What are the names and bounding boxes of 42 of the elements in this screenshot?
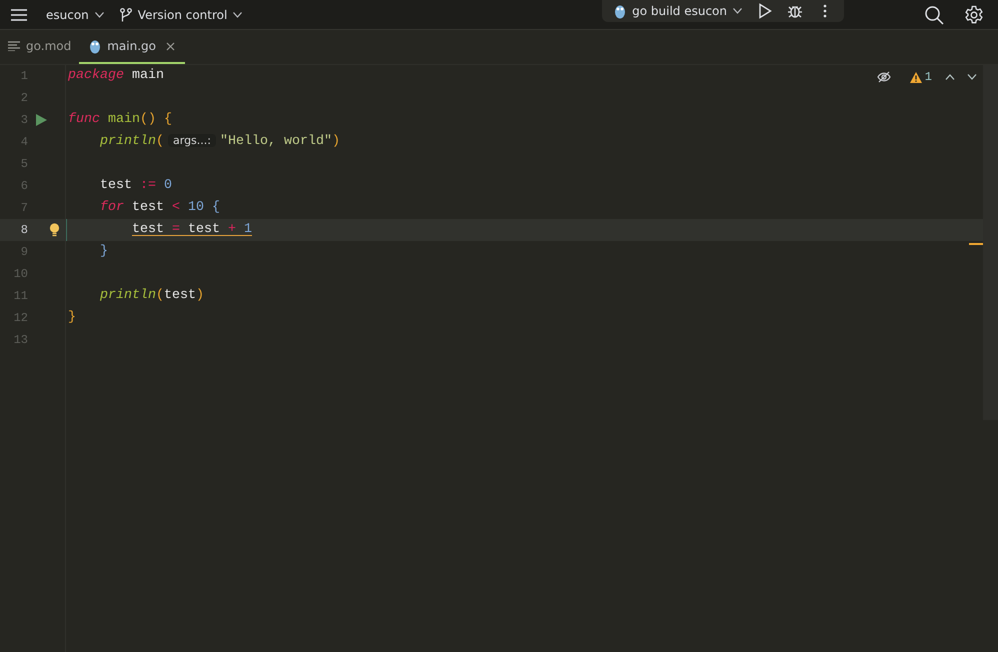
line-number: 12 (12, 310, 28, 327)
chevron-down-icon (233, 12, 242, 18)
line-number: 9 (20, 244, 28, 261)
warning-icon (910, 72, 922, 82)
close-icon[interactable] (166, 42, 175, 50)
gopher-icon (614, 4, 626, 18)
code-line: for test < 10 { (100, 199, 220, 217)
line-number: 6 (20, 178, 28, 195)
chevron-down-icon (733, 8, 742, 14)
line-number: 8 (20, 222, 28, 239)
line-number: 13 (12, 332, 28, 349)
gopher-icon (89, 38, 102, 54)
parameter-hint: args...: (168, 134, 216, 147)
line-number: 5 (20, 156, 28, 173)
code-line: test := 0 (100, 177, 172, 195)
project-selector[interactable]: esucon (38, 0, 112, 30)
hide-eye-icon[interactable] (876, 71, 891, 83)
code-line: println( args...: "Hello, world") (100, 133, 340, 151)
chevron-down-icon (94, 12, 104, 18)
line-number: 11 (12, 288, 28, 305)
line-number: 2 (20, 90, 28, 107)
lightbulb-icon[interactable] (49, 223, 60, 237)
line-number: 3 (20, 112, 28, 129)
branch-icon (120, 8, 132, 22)
editor-tab[interactable]: go.mod (0, 30, 80, 64)
warning-count: 1 (924, 69, 932, 86)
version-control-menu[interactable]: Version control (112, 0, 250, 30)
run-gutter-icon[interactable] (36, 114, 47, 126)
code-line: } (100, 243, 108, 261)
code-line: println(test) (100, 287, 204, 305)
line-number: 7 (20, 200, 28, 217)
line-number: 4 (20, 134, 28, 151)
code-line: package main (68, 67, 164, 85)
line-number: 10 (12, 266, 28, 283)
run-configuration-selector[interactable]: go build esucon (606, 0, 750, 22)
warnings-indicator[interactable]: 1 (910, 68, 932, 86)
code-line: test = test + 1 (132, 221, 252, 239)
line-number: 1 (20, 68, 28, 85)
text-file-icon (8, 41, 20, 51)
editor-tab[interactable]: main.go (79, 30, 185, 64)
code-line: } (68, 309, 76, 327)
code-line: func main() { (68, 111, 172, 129)
